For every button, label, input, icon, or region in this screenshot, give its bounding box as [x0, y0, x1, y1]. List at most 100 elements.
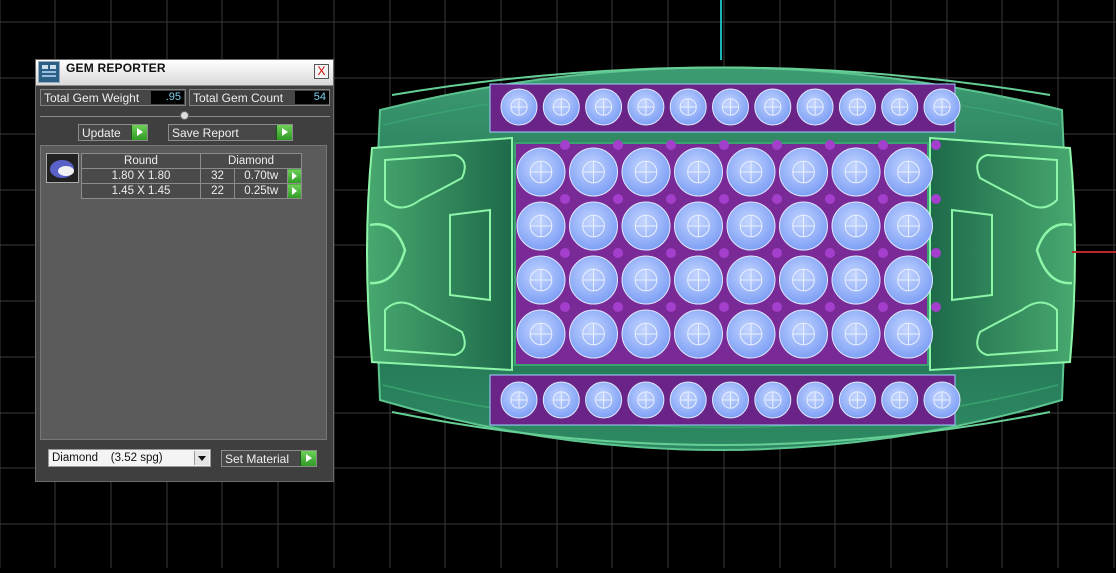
- prong: [666, 302, 676, 312]
- prong: [825, 140, 835, 150]
- gem: [881, 381, 919, 419]
- prong: [878, 302, 888, 312]
- gem: [627, 88, 665, 126]
- gem: [884, 201, 933, 251]
- gem: [726, 309, 776, 359]
- close-icon: X: [317, 64, 326, 78]
- header-material: Diamond: [200, 153, 302, 169]
- gem: [884, 309, 933, 359]
- prong: [772, 248, 782, 258]
- gem: [884, 255, 933, 305]
- gem-size: 1.80 X 1.80: [81, 168, 201, 184]
- prong: [719, 248, 729, 258]
- play-arrow-icon: [131, 125, 147, 140]
- prong: [772, 302, 782, 312]
- prong: [878, 140, 888, 150]
- prong: [931, 302, 941, 312]
- set-material-button[interactable]: Set Material: [221, 450, 317, 467]
- gem: [621, 201, 671, 251]
- prong: [878, 194, 888, 204]
- gem: [779, 309, 828, 359]
- close-button[interactable]: X: [314, 64, 329, 79]
- gem: [516, 201, 566, 251]
- prong: [560, 248, 570, 258]
- gem: [669, 88, 707, 126]
- gem-table-area: Round Diamond 1.80 X 1.80 32 0.70tw 1.45…: [40, 145, 327, 440]
- gem-thumbnail-icon[interactable]: [46, 153, 79, 183]
- gem: [712, 381, 749, 419]
- gem: [621, 309, 671, 359]
- gem: [831, 147, 881, 197]
- gem-summary-table: Round Diamond 1.80 X 1.80 32 0.70tw 1.45…: [81, 153, 302, 199]
- gem-count: 32: [199, 168, 236, 184]
- gem: [569, 255, 618, 305]
- play-arrow-icon[interactable]: [287, 183, 302, 199]
- table-row[interactable]: 1.80 X 1.80 32 0.70tw: [81, 168, 302, 184]
- material-select-value: Diamond (3.52 spg): [52, 452, 163, 464]
- prong: [719, 302, 729, 312]
- material-select[interactable]: Diamond (3.52 spg): [48, 449, 211, 467]
- prong: [613, 302, 623, 312]
- gem: [569, 309, 618, 359]
- panel-title: GEM REPORTER: [66, 61, 166, 75]
- gem: [779, 147, 828, 197]
- table-header-row: Round Diamond: [81, 153, 302, 169]
- gem: [923, 88, 961, 126]
- total-gem-weight-value: .95: [151, 91, 184, 104]
- gem: [569, 147, 618, 197]
- gem: [621, 147, 671, 197]
- play-arrow-icon[interactable]: [287, 168, 302, 184]
- gem: [796, 88, 834, 126]
- table-row[interactable]: 1.45 X 1.45 22 0.25tw: [81, 183, 302, 199]
- prong: [825, 194, 835, 204]
- gem: [627, 381, 665, 419]
- prong: [931, 194, 941, 204]
- play-arrow-icon: [276, 125, 292, 140]
- gem: [516, 147, 566, 197]
- prong: [931, 248, 941, 258]
- prong: [719, 194, 729, 204]
- gem: [754, 88, 792, 126]
- chevron-down-icon: [194, 451, 209, 465]
- gem: [674, 309, 723, 359]
- prong: [719, 140, 729, 150]
- prong: [666, 248, 676, 258]
- total-gem-count-value: 54: [295, 91, 329, 104]
- gem: [516, 255, 566, 305]
- gem: [726, 147, 776, 197]
- prong: [560, 194, 570, 204]
- prong: [613, 248, 623, 258]
- right-shoulder: [929, 136, 1076, 372]
- prong: [613, 194, 623, 204]
- gem: [669, 381, 707, 419]
- save-report-button[interactable]: Save Report: [168, 124, 293, 141]
- total-gem-count-label: Total Gem Count: [193, 91, 284, 105]
- prong: [772, 194, 782, 204]
- prong: [825, 302, 835, 312]
- update-button[interactable]: Update: [78, 124, 148, 141]
- prong: [931, 140, 941, 150]
- gem-reporter-app-icon: [38, 61, 60, 83]
- gem: [923, 381, 961, 419]
- gem: [500, 381, 538, 419]
- gem: [831, 255, 881, 305]
- header-shape: Round: [81, 153, 201, 169]
- gem: [542, 381, 580, 419]
- prong: [560, 302, 570, 312]
- gem: [516, 309, 566, 359]
- left-shoulder: [366, 136, 513, 372]
- play-arrow-icon: [300, 451, 316, 466]
- panel-titlebar[interactable]: GEM REPORTER X: [36, 60, 333, 86]
- gem: [838, 88, 876, 126]
- prong: [666, 194, 676, 204]
- gem-size: 1.45 X 1.45: [81, 183, 201, 199]
- gem-weight: 0.25tw: [234, 183, 289, 199]
- gem: [712, 88, 749, 126]
- gem: [726, 201, 776, 251]
- divider-handle[interactable]: [180, 111, 189, 120]
- prong: [560, 140, 570, 150]
- gem-reporter-panel: GEM REPORTER X Total Gem Weight .95 Tota…: [35, 59, 334, 482]
- gem: [674, 255, 723, 305]
- gem: [838, 381, 876, 419]
- gem: [831, 309, 881, 359]
